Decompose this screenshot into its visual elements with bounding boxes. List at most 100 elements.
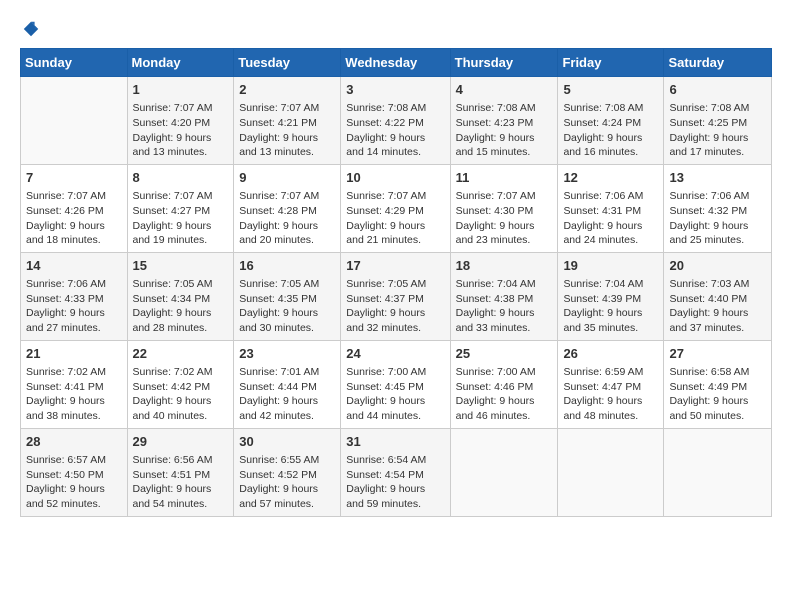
- daylight-text: Daylight: 9 hours and 37 minutes.: [669, 306, 766, 335]
- sunrise-text: Sunrise: 6:56 AM: [133, 453, 229, 468]
- calendar-cell: 17 Sunrise: 7:05 AM Sunset: 4:37 PM Dayl…: [341, 252, 450, 340]
- sunrise-text: Sunrise: 6:57 AM: [26, 453, 122, 468]
- cell-content: Sunrise: 7:05 AM Sunset: 4:37 PM Dayligh…: [346, 277, 444, 336]
- daylight-text: Daylight: 9 hours and 30 minutes.: [239, 306, 335, 335]
- sunset-text: Sunset: 4:49 PM: [669, 380, 766, 395]
- sunset-text: Sunset: 4:51 PM: [133, 468, 229, 483]
- day-number: 20: [669, 257, 766, 275]
- cell-content: Sunrise: 7:06 AM Sunset: 4:31 PM Dayligh…: [563, 189, 658, 248]
- day-number: 13: [669, 169, 766, 187]
- day-number: 22: [133, 345, 229, 363]
- day-number: 26: [563, 345, 658, 363]
- sunrise-text: Sunrise: 7:07 AM: [239, 189, 335, 204]
- daylight-text: Daylight: 9 hours and 13 minutes.: [239, 131, 335, 160]
- daylight-text: Daylight: 9 hours and 57 minutes.: [239, 482, 335, 511]
- calendar-cell: 10 Sunrise: 7:07 AM Sunset: 4:29 PM Dayl…: [341, 164, 450, 252]
- sunrise-text: Sunrise: 7:04 AM: [563, 277, 658, 292]
- cell-content: Sunrise: 7:02 AM Sunset: 4:42 PM Dayligh…: [133, 365, 229, 424]
- calendar-cell: 26 Sunrise: 6:59 AM Sunset: 4:47 PM Dayl…: [558, 340, 664, 428]
- daylight-text: Daylight: 9 hours and 50 minutes.: [669, 394, 766, 423]
- daylight-text: Daylight: 9 hours and 13 minutes.: [133, 131, 229, 160]
- calendar-cell: 30 Sunrise: 6:55 AM Sunset: 4:52 PM Dayl…: [234, 428, 341, 516]
- sunset-text: Sunset: 4:52 PM: [239, 468, 335, 483]
- sunset-text: Sunset: 4:40 PM: [669, 292, 766, 307]
- calendar-cell: [450, 428, 558, 516]
- day-number: 6: [669, 81, 766, 99]
- week-row-5: 28 Sunrise: 6:57 AM Sunset: 4:50 PM Dayl…: [21, 428, 772, 516]
- day-number: 21: [26, 345, 122, 363]
- day-number: 7: [26, 169, 122, 187]
- day-number: 15: [133, 257, 229, 275]
- calendar-cell: 23 Sunrise: 7:01 AM Sunset: 4:44 PM Dayl…: [234, 340, 341, 428]
- sunset-text: Sunset: 4:45 PM: [346, 380, 444, 395]
- day-number: 3: [346, 81, 444, 99]
- sunset-text: Sunset: 4:33 PM: [26, 292, 122, 307]
- sunrise-text: Sunrise: 7:07 AM: [26, 189, 122, 204]
- calendar-cell: 13 Sunrise: 7:06 AM Sunset: 4:32 PM Dayl…: [664, 164, 772, 252]
- sunset-text: Sunset: 4:24 PM: [563, 116, 658, 131]
- sunset-text: Sunset: 4:32 PM: [669, 204, 766, 219]
- sunset-text: Sunset: 4:44 PM: [239, 380, 335, 395]
- sunrise-text: Sunrise: 7:03 AM: [669, 277, 766, 292]
- cell-content: Sunrise: 7:02 AM Sunset: 4:41 PM Dayligh…: [26, 365, 122, 424]
- calendar-cell: 4 Sunrise: 7:08 AM Sunset: 4:23 PM Dayli…: [450, 77, 558, 165]
- sunrise-text: Sunrise: 7:00 AM: [346, 365, 444, 380]
- sunset-text: Sunset: 4:29 PM: [346, 204, 444, 219]
- sunrise-text: Sunrise: 6:54 AM: [346, 453, 444, 468]
- daylight-text: Daylight: 9 hours and 48 minutes.: [563, 394, 658, 423]
- daylight-text: Daylight: 9 hours and 25 minutes.: [669, 219, 766, 248]
- cell-content: Sunrise: 6:54 AM Sunset: 4:54 PM Dayligh…: [346, 453, 444, 512]
- day-number: 18: [456, 257, 553, 275]
- calendar-cell: 5 Sunrise: 7:08 AM Sunset: 4:24 PM Dayli…: [558, 77, 664, 165]
- cell-content: Sunrise: 7:08 AM Sunset: 4:22 PM Dayligh…: [346, 101, 444, 160]
- daylight-text: Daylight: 9 hours and 20 minutes.: [239, 219, 335, 248]
- cell-content: Sunrise: 7:08 AM Sunset: 4:25 PM Dayligh…: [669, 101, 766, 160]
- calendar-cell: 12 Sunrise: 7:06 AM Sunset: 4:31 PM Dayl…: [558, 164, 664, 252]
- daylight-text: Daylight: 9 hours and 21 minutes.: [346, 219, 444, 248]
- cell-content: Sunrise: 7:00 AM Sunset: 4:46 PM Dayligh…: [456, 365, 553, 424]
- day-number: 5: [563, 81, 658, 99]
- week-row-4: 21 Sunrise: 7:02 AM Sunset: 4:41 PM Dayl…: [21, 340, 772, 428]
- sunrise-text: Sunrise: 7:02 AM: [26, 365, 122, 380]
- week-row-1: 1 Sunrise: 7:07 AM Sunset: 4:20 PM Dayli…: [21, 77, 772, 165]
- calendar-cell: 24 Sunrise: 7:00 AM Sunset: 4:45 PM Dayl…: [341, 340, 450, 428]
- daylight-text: Daylight: 9 hours and 38 minutes.: [26, 394, 122, 423]
- daylight-text: Daylight: 9 hours and 19 minutes.: [133, 219, 229, 248]
- logo-icon: [22, 20, 40, 38]
- sunset-text: Sunset: 4:54 PM: [346, 468, 444, 483]
- header: [20, 20, 772, 38]
- daylight-text: Daylight: 9 hours and 16 minutes.: [563, 131, 658, 160]
- cell-content: Sunrise: 7:00 AM Sunset: 4:45 PM Dayligh…: [346, 365, 444, 424]
- daylight-text: Daylight: 9 hours and 52 minutes.: [26, 482, 122, 511]
- sunrise-text: Sunrise: 7:04 AM: [456, 277, 553, 292]
- sunrise-text: Sunrise: 6:55 AM: [239, 453, 335, 468]
- daylight-text: Daylight: 9 hours and 33 minutes.: [456, 306, 553, 335]
- day-number: 30: [239, 433, 335, 451]
- sunrise-text: Sunrise: 7:07 AM: [346, 189, 444, 204]
- col-header-saturday: Saturday: [664, 49, 772, 77]
- week-row-2: 7 Sunrise: 7:07 AM Sunset: 4:26 PM Dayli…: [21, 164, 772, 252]
- cell-content: Sunrise: 7:05 AM Sunset: 4:35 PM Dayligh…: [239, 277, 335, 336]
- cell-content: Sunrise: 7:07 AM Sunset: 4:21 PM Dayligh…: [239, 101, 335, 160]
- calendar-table: SundayMondayTuesdayWednesdayThursdayFrid…: [20, 48, 772, 517]
- calendar-cell: 16 Sunrise: 7:05 AM Sunset: 4:35 PM Dayl…: [234, 252, 341, 340]
- daylight-text: Daylight: 9 hours and 46 minutes.: [456, 394, 553, 423]
- sunset-text: Sunset: 4:23 PM: [456, 116, 553, 131]
- day-number: 31: [346, 433, 444, 451]
- sunrise-text: Sunrise: 7:02 AM: [133, 365, 229, 380]
- col-header-wednesday: Wednesday: [341, 49, 450, 77]
- sunrise-text: Sunrise: 7:07 AM: [133, 101, 229, 116]
- calendar-cell: 9 Sunrise: 7:07 AM Sunset: 4:28 PM Dayli…: [234, 164, 341, 252]
- day-number: 27: [669, 345, 766, 363]
- col-header-tuesday: Tuesday: [234, 49, 341, 77]
- sunset-text: Sunset: 4:28 PM: [239, 204, 335, 219]
- day-number: 17: [346, 257, 444, 275]
- sunset-text: Sunset: 4:41 PM: [26, 380, 122, 395]
- calendar-cell: 18 Sunrise: 7:04 AM Sunset: 4:38 PM Dayl…: [450, 252, 558, 340]
- col-header-friday: Friday: [558, 49, 664, 77]
- calendar-cell: 6 Sunrise: 7:08 AM Sunset: 4:25 PM Dayli…: [664, 77, 772, 165]
- sunrise-text: Sunrise: 7:08 AM: [456, 101, 553, 116]
- day-number: 8: [133, 169, 229, 187]
- sunrise-text: Sunrise: 7:00 AM: [456, 365, 553, 380]
- daylight-text: Daylight: 9 hours and 42 minutes.: [239, 394, 335, 423]
